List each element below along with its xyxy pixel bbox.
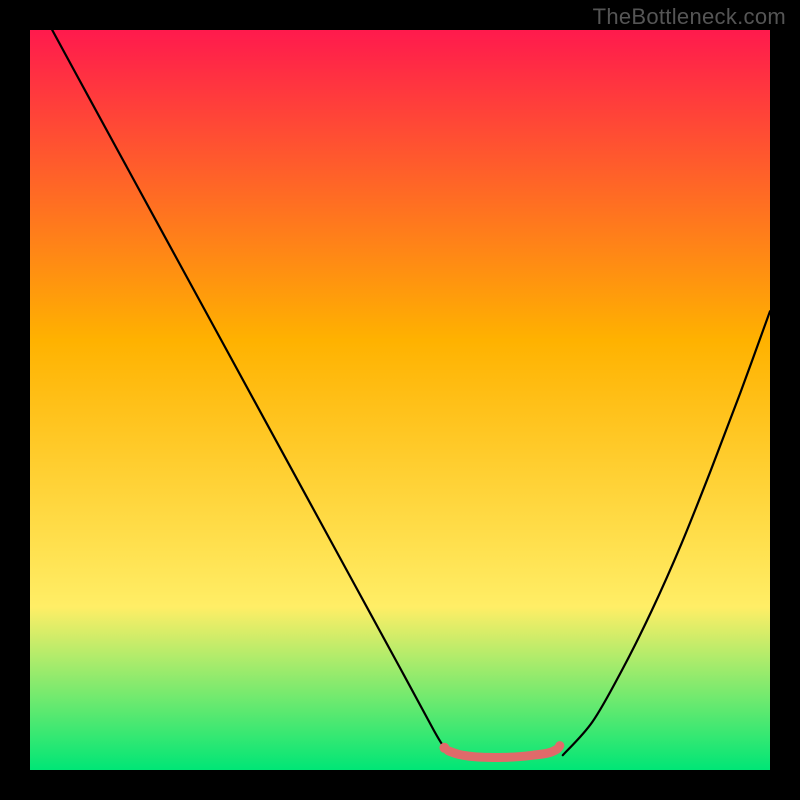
- marker-layer: [439, 743, 449, 753]
- watermark-text: TheBottleneck.com: [593, 4, 786, 30]
- plot-area: [30, 30, 770, 770]
- gradient-background: [30, 30, 770, 770]
- chart-svg: [30, 30, 770, 770]
- marker-dot-left: [439, 743, 449, 753]
- chart-root: TheBottleneck.com: [0, 0, 800, 800]
